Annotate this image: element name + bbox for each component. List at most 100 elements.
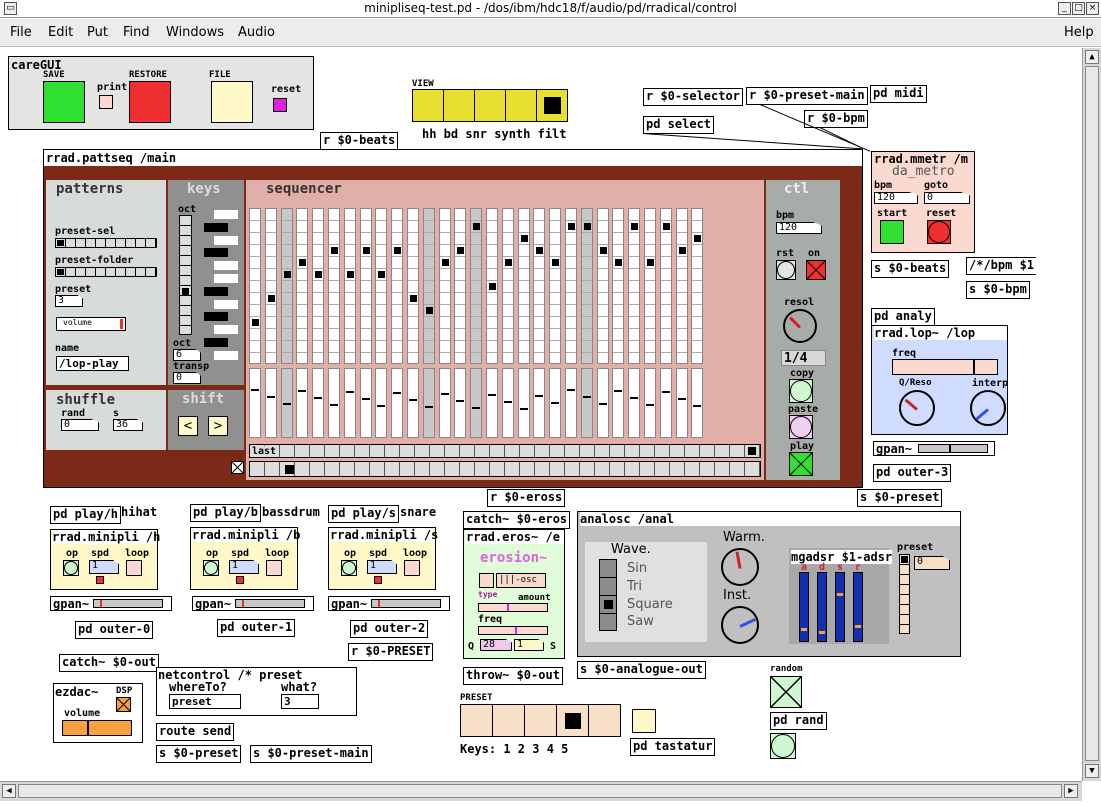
pd-outer3-object[interactable]: pd outer-3 xyxy=(873,464,952,482)
minipli-b-loop-toggle[interactable] xyxy=(266,560,282,576)
step-column[interactable] xyxy=(644,208,656,364)
pd-outer2-object[interactable]: pd outer-2 xyxy=(350,620,429,638)
send-analogue-out-object[interactable]: s $0-analogue-out xyxy=(577,661,706,679)
preset-folder-radio[interactable] xyxy=(55,267,157,277)
black-key[interactable] xyxy=(204,312,228,322)
black-key[interactable] xyxy=(204,286,228,296)
minipli-s-loop-toggle[interactable] xyxy=(404,560,420,576)
warm-knob[interactable] xyxy=(721,548,759,586)
pd-midi-object[interactable]: pd midi xyxy=(870,85,927,103)
mmetr-reset-button[interactable] xyxy=(927,220,951,244)
step-velocity-slider[interactable] xyxy=(281,368,293,438)
gpan3-object[interactable]: gpan~ xyxy=(873,441,995,456)
pd-rand-object[interactable]: pd rand xyxy=(770,712,827,730)
step-grid[interactable] xyxy=(249,208,764,364)
step-velocity-slider[interactable] xyxy=(660,368,672,438)
step-column[interactable] xyxy=(439,208,451,364)
step-velocity-slider[interactable] xyxy=(612,368,624,438)
preset-number[interactable]: 3 xyxy=(55,295,83,307)
piano-keyboard[interactable] xyxy=(204,210,242,364)
step-velocity-slider[interactable] xyxy=(439,368,451,438)
step-velocity-slider[interactable] xyxy=(296,368,308,438)
resol-knob[interactable] xyxy=(783,309,817,343)
route-send-object[interactable]: route send xyxy=(156,723,235,741)
step-velocity-slider[interactable] xyxy=(360,368,372,438)
adsr-s-slider[interactable] xyxy=(835,572,845,642)
shift-right-button[interactable]: > xyxy=(208,416,228,436)
inst-knob[interactable] xyxy=(721,606,759,644)
step-velocity-slider[interactable] xyxy=(265,368,277,438)
scroll-up-icon[interactable]: ▲ xyxy=(1085,50,1099,64)
black-key[interactable] xyxy=(204,222,228,232)
step-velocity-slider[interactable] xyxy=(518,368,530,438)
whereto-symbol[interactable]: preset xyxy=(169,694,241,709)
play-toggle[interactable] xyxy=(789,452,813,476)
step-column[interactable] xyxy=(344,208,356,364)
menu-put[interactable]: Put xyxy=(87,25,108,40)
scroll-down-icon[interactable]: ▼ xyxy=(1085,764,1099,778)
bpm-message[interactable]: /*/bpm $1 xyxy=(966,257,1037,275)
step-velocity-slider[interactable] xyxy=(597,368,609,438)
minipli-h-loop-toggle[interactable] xyxy=(126,560,142,576)
preset-bank-radio[interactable] xyxy=(460,704,621,737)
random-toggle[interactable] xyxy=(770,676,802,708)
minipli-h-op-button[interactable] xyxy=(63,560,79,576)
pd-play-s-object[interactable]: pd play/s xyxy=(328,505,400,523)
step-column[interactable] xyxy=(328,208,340,364)
white-key[interactable] xyxy=(214,261,238,271)
menu-help[interactable]: Help xyxy=(1064,25,1094,40)
interp-knob[interactable] xyxy=(970,390,1006,426)
menu-audio[interactable]: Audio xyxy=(238,25,275,40)
step-velocity-slider[interactable] xyxy=(644,368,656,438)
step-velocity-slider[interactable] xyxy=(470,368,482,438)
pd-play-h-object[interactable]: pd play/h xyxy=(50,506,122,524)
step-column[interactable] xyxy=(312,208,324,364)
step-velocity-slider[interactable] xyxy=(628,368,640,438)
rst-button[interactable] xyxy=(776,260,796,280)
white-key[interactable] xyxy=(214,299,238,309)
white-key[interactable] xyxy=(214,235,238,245)
view-snr-toggle[interactable] xyxy=(474,89,506,122)
ezdac-volume-slider[interactable] xyxy=(62,720,132,736)
receive-selector-object[interactable]: r $0-selector xyxy=(643,88,743,106)
black-key[interactable] xyxy=(204,338,228,347)
step-column[interactable] xyxy=(502,208,514,364)
send-beats-object[interactable]: s $0-beats xyxy=(871,260,950,278)
last-radio[interactable]: last xyxy=(249,444,761,458)
adsr-d-slider[interactable] xyxy=(817,572,827,642)
view-filt-toggle[interactable] xyxy=(536,89,568,122)
minipli-b-op-button[interactable] xyxy=(203,560,219,576)
horizontal-scroll-thumb[interactable] xyxy=(18,784,1062,798)
step-column[interactable] xyxy=(581,208,593,364)
view-bd-toggle[interactable] xyxy=(443,89,475,122)
white-key[interactable] xyxy=(214,210,238,219)
tastatur-bang[interactable] xyxy=(632,709,656,733)
window-menu-icon[interactable]: ▭ xyxy=(4,2,17,15)
pd-outer0-object[interactable]: pd outer-0 xyxy=(75,621,154,639)
minipli-s-op-button[interactable] xyxy=(341,560,357,576)
white-key[interactable] xyxy=(214,350,238,360)
rand-bang[interactable] xyxy=(770,733,796,759)
step-column[interactable] xyxy=(628,208,640,364)
step-velocity-slider[interactable] xyxy=(454,368,466,438)
eros-type-toggle[interactable] xyxy=(479,573,494,588)
minipli-b-spd-number[interactable]: 1 xyxy=(229,560,259,574)
dsp-toggle[interactable] xyxy=(116,697,131,712)
catch-eros-object[interactable]: catch~ $0-eros xyxy=(463,511,571,529)
step-column[interactable] xyxy=(518,208,530,364)
menu-edit[interactable]: Edit xyxy=(48,25,73,40)
analosc-preset-radio[interactable] xyxy=(899,554,910,634)
q-number[interactable]: 28 xyxy=(480,639,512,651)
pd-select-object[interactable]: pd select xyxy=(643,116,715,134)
step-velocity-slider[interactable] xyxy=(486,368,498,438)
s-number[interactable]: 36 xyxy=(113,419,143,431)
step-velocity-slider[interactable] xyxy=(423,368,435,438)
volume-slider[interactable]: volume xyxy=(56,317,126,331)
step-velocity-slider[interactable] xyxy=(565,368,577,438)
reset-button[interactable] xyxy=(273,98,287,112)
step-column[interactable] xyxy=(470,208,482,364)
file-button[interactable] xyxy=(211,81,253,123)
qreso-knob[interactable] xyxy=(899,390,935,426)
scroll-left-icon[interactable]: ◀ xyxy=(2,784,16,798)
throw-out-object[interactable]: throw~ $0-out xyxy=(463,667,563,685)
